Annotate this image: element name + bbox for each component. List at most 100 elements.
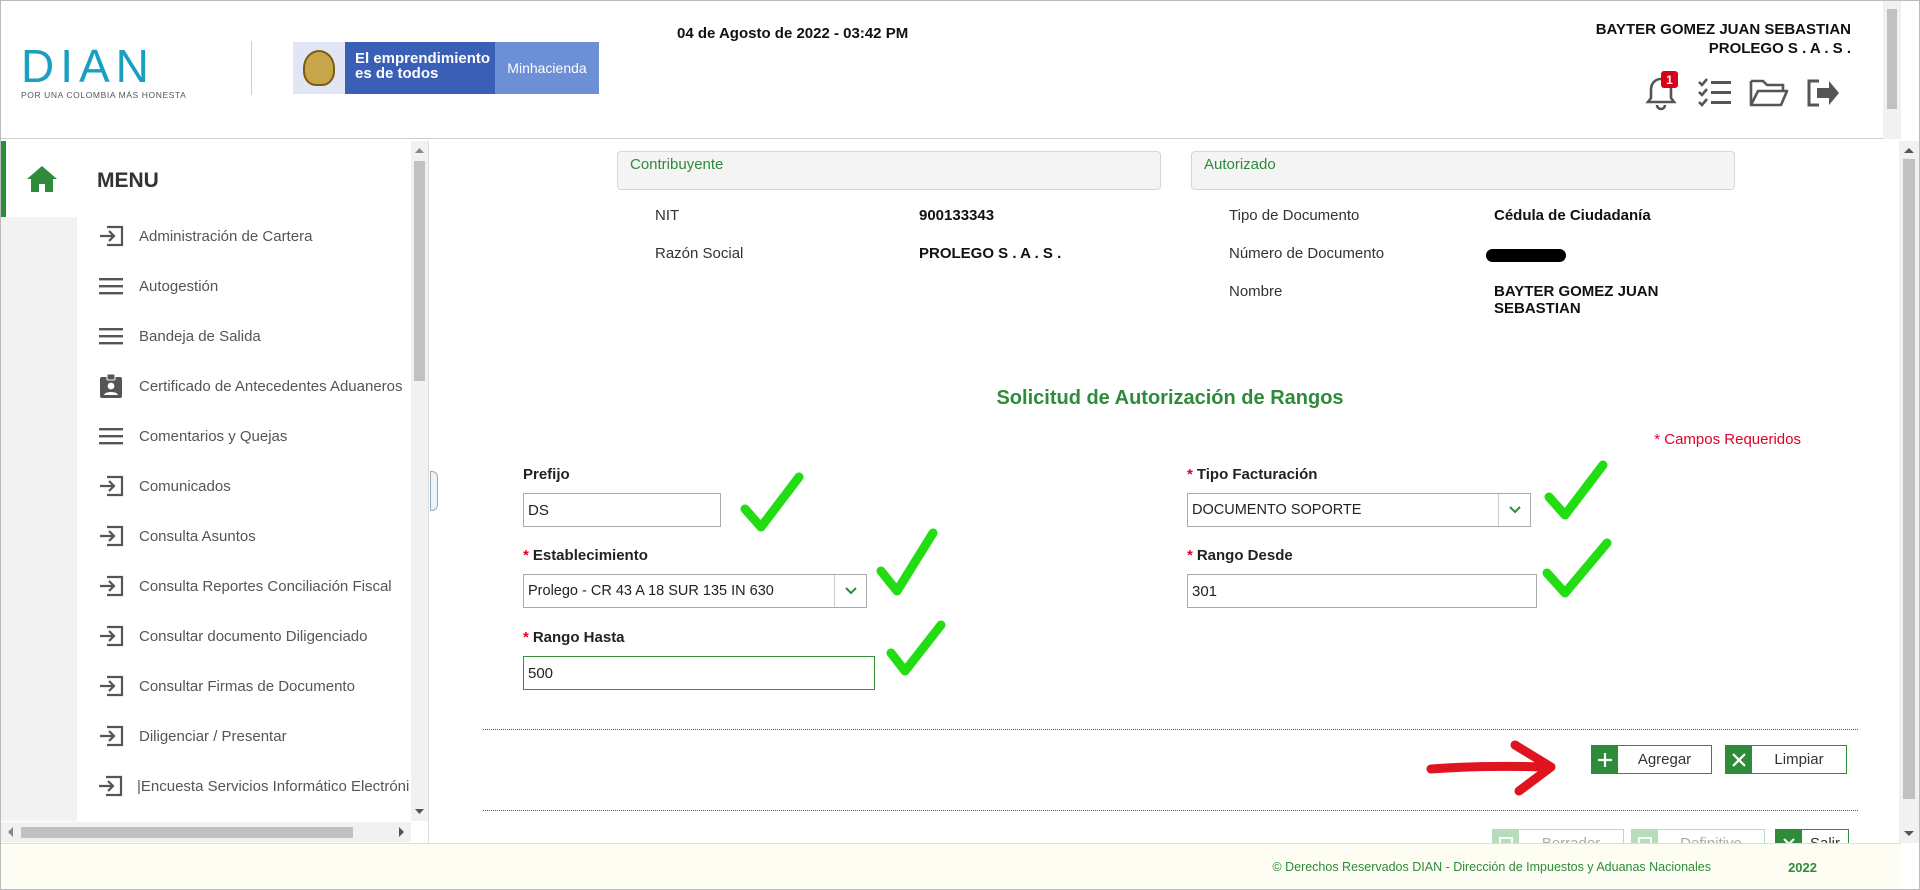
sidebar-item-label: Administración de Cartera [139,227,313,245]
hamburger-icon [97,324,125,348]
logout-icon[interactable] [1803,73,1843,113]
required-asterisk: * [523,547,529,564]
footer-year: 2022 [1788,860,1817,875]
numero-documento-label: Número de Documento [1229,245,1385,262]
menu-title: MENU [97,169,159,192]
page-scrollbar-top[interactable] [1883,1,1901,139]
required-asterisk: * [523,629,529,646]
agregar-button[interactable]: Agregar [1591,745,1712,774]
plus-icon [1592,746,1618,773]
sidebar-item[interactable]: Certificado de Antecedentes Aduaneros [77,361,409,411]
definitivo-button[interactable]: Definitivo [1631,829,1765,843]
establecimiento-select[interactable]: Prolego - CR 43 A 18 SUR 135 IN 630 [523,574,867,608]
sidebar-scroll-thumb[interactable] [414,161,425,381]
sidebar-item-label: Consulta Asuntos [139,527,256,545]
login-arrow-icon [97,674,125,698]
sidebar-item[interactable]: Autogestión [77,261,409,311]
tipo-documento-label: Tipo de Documento [1229,207,1360,224]
sidebar-item[interactable]: Comentarios y Quejas [77,411,409,461]
user-info: BAYTER GOMEZ JUAN SEBASTIAN PROLEGO S . … [1596,20,1851,58]
folder-open-icon[interactable] [1749,73,1789,113]
sidebar-item-label: Comunicados [139,477,231,495]
sidebar-item-label: Consultar Firmas de Documento [139,677,355,695]
login-arrow-icon [97,724,125,748]
rango-desde-label: * Rango Desde [1187,547,1293,564]
hamburger-icon [97,424,125,448]
nit-value: 900133343 [919,207,995,224]
sidebar-item-label: Diligenciar / Presentar [139,727,287,745]
header-toolbar: 1 [1641,71,1843,113]
session-datetime: 04 de Agosto de 2022 - 03:42 PM [677,25,909,42]
nombre-line1: BAYTER GOMEZ JUAN [1494,283,1659,300]
sidebar: MENU Administración de Cartera Autogestió… [1,141,429,843]
annotation-arrow-icon [1426,740,1556,796]
dian-logo[interactable]: DIAN POR UNA COLOMBIA MÁS HONESTA [21,40,211,100]
razon-social-value: PROLEGO S . A . S . [919,245,1062,262]
document-icon [1632,830,1658,843]
limpiar-label: Limpiar [1774,751,1824,768]
borrador-button[interactable]: Borrador [1492,829,1624,843]
sidebar-item[interactable]: Consulta Reportes Conciliación Fiscal [77,561,409,611]
limpiar-button[interactable]: Limpiar [1725,745,1847,774]
sidebar-item[interactable]: Comunicados [77,461,409,511]
main-scroll-thumb[interactable] [1903,159,1915,799]
rango-hasta-label-text: Rango Hasta [532,629,625,646]
sidebar-item-label: Autogestión [139,277,219,295]
checklist-icon[interactable] [1695,73,1735,113]
sidebar-item[interactable]: |Encuesta Servicios Informático Electrón… [77,761,409,811]
chevron-down-icon[interactable] [1498,494,1530,526]
nombre-line2: SEBASTIAN [1494,300,1581,317]
nit-label: NIT [655,207,680,224]
nombre-value: BAYTER GOMEZ JUAN SEBASTIAN [1494,283,1658,317]
header: DIAN POR UNA COLOMBIA MÁS HONESTA El emp… [1,1,1901,139]
rango-desde-label-text: Rango Desde [1196,547,1293,564]
menu-list: Administración de Cartera Autogestión Band… [77,211,409,821]
notification-badge: 1 [1661,71,1678,88]
contribuyente-heading: Contribuyente [617,151,1161,190]
close-icon [1776,830,1802,843]
sidebar-collapse-handle[interactable] [430,471,438,511]
sidebar-vertical-scrollbar[interactable] [411,141,428,821]
rango-hasta-input[interactable]: 500 [523,656,875,690]
tipo-facturacion-select[interactable]: DOCUMENTO SOPORTE [1187,493,1531,527]
sidebar-horizontal-scrollbar[interactable] [1,822,411,842]
hamburger-icon [97,274,125,298]
annotation-checkmark-icon [1542,538,1612,598]
required-asterisk: * [1187,466,1193,483]
sidebar-item[interactable]: Bandeja de Salida [77,311,409,361]
prefijo-input[interactable]: DS [523,493,721,527]
main-vertical-scrollbar[interactable] [1899,141,1919,843]
sidebar-item[interactable]: Administración de Cartera [77,211,409,261]
sidebar-hscroll-thumb[interactable] [21,827,353,838]
close-icon [1726,746,1752,773]
annotation-checkmark-icon [1544,460,1608,520]
sidebar-item[interactable]: Consultar Firmas de Documento [77,661,409,711]
login-arrow-icon [97,574,125,598]
sidebar-item-label: Consulta Reportes Conciliación Fiscal [139,577,392,595]
footer-copyright: © Derechos Reservados DIAN - Dirección d… [1272,860,1711,874]
establecimiento-label: * Establecimiento [523,547,648,564]
razon-social-label: Razón Social [655,245,744,262]
rango-desde-input[interactable]: 301 [1187,574,1537,608]
gov-banner: El emprendimiento es de todos Minhaciend… [293,42,599,94]
home-button[interactable] [1,141,77,217]
login-arrow-icon [97,224,125,248]
banner-ministry: Minhacienda [495,42,599,94]
tipo-documento-value: Cédula de Ciudadanía [1494,207,1651,224]
sidebar-item-label: Certificado de Antecedentes Aduaneros [139,377,403,395]
sidebar-item[interactable]: Diligenciar / Presentar [77,711,409,761]
chevron-down-icon[interactable] [834,575,866,607]
user-name: BAYTER GOMEZ JUAN SEBASTIAN [1595,21,1851,38]
prefijo-label: Prefijo [523,466,570,483]
sidebar-item[interactable]: Consultar documento Diligenciado [77,611,409,661]
login-arrow-icon [97,474,125,498]
sidebar-item[interactable]: Consulta Asuntos [77,511,409,561]
home-icon [26,166,57,192]
bell-icon[interactable]: 1 [1641,71,1681,113]
login-arrow-icon [97,774,123,798]
salir-button[interactable]: Salir [1775,829,1849,843]
scrollbar-thumb[interactable] [1887,9,1897,109]
prefijo-label-text: Prefijo [523,466,570,483]
logo-wordmark: DIAN [21,40,155,92]
login-arrow-icon [97,524,125,548]
